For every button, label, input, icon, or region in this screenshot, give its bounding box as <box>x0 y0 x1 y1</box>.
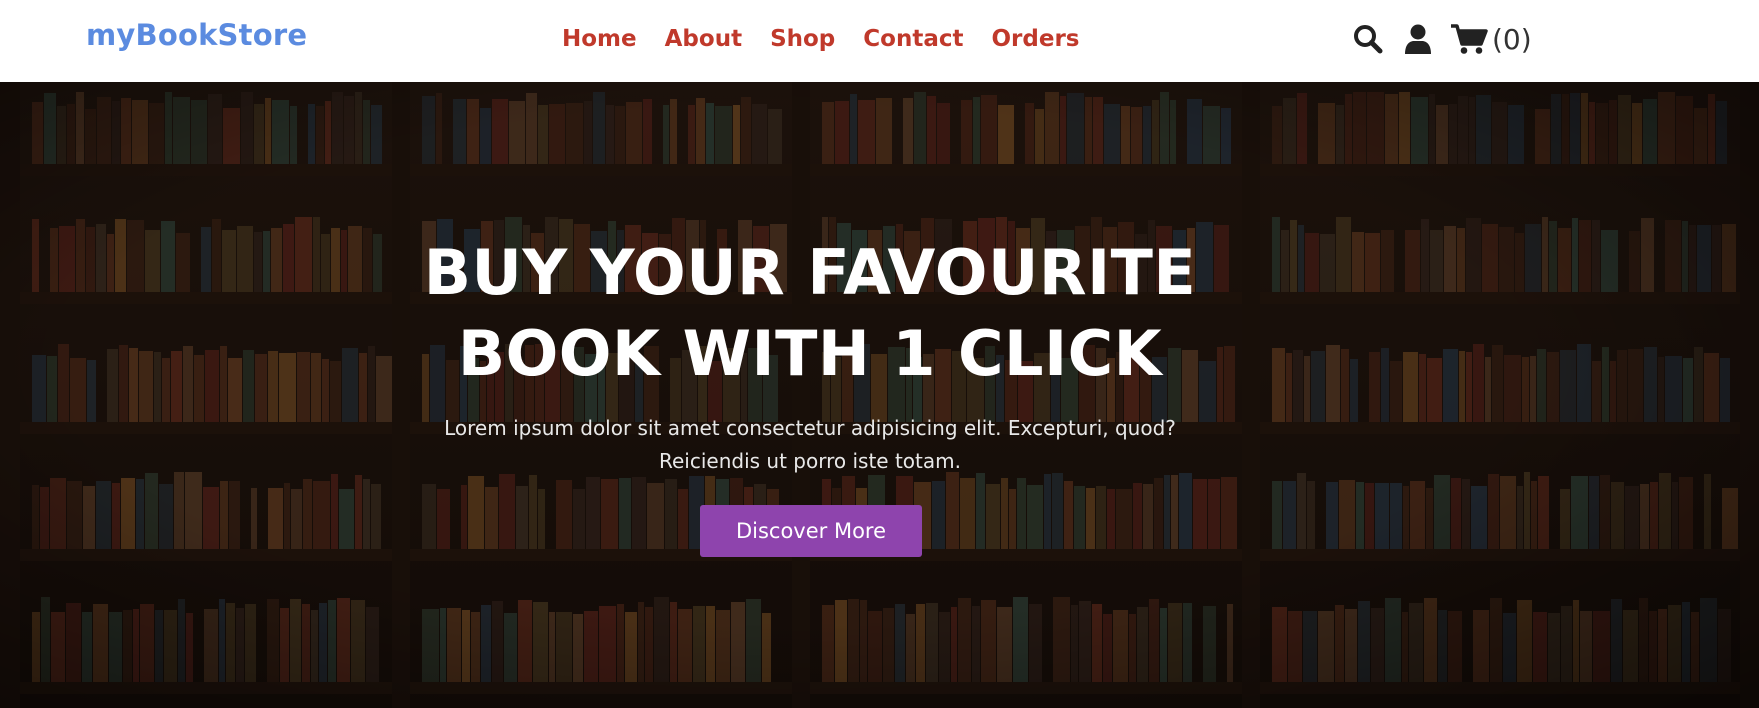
nav-about[interactable]: About <box>665 22 742 56</box>
user-icon[interactable] <box>1400 21 1436 57</box>
nav-shop[interactable]: Shop <box>770 22 835 56</box>
hero-title: BUY YOUR FAVOURITE BOOK WITH 1 CLICK <box>423 236 1197 390</box>
cart-button[interactable]: (0) <box>1450 23 1532 56</box>
cart-icon <box>1450 23 1488 55</box>
hero-section: BUY YOUR FAVOURITE BOOK WITH 1 CLICK Lor… <box>0 82 1759 708</box>
nav-orders[interactable]: Orders <box>991 22 1079 56</box>
discover-more-button[interactable]: Discover More <box>700 505 922 557</box>
logo[interactable]: myBookStore <box>86 18 307 52</box>
cart-count: (0) <box>1492 22 1532 56</box>
nav-home[interactable]: Home <box>562 22 637 56</box>
site-header: myBookStore Home About Shop Contact Orde… <box>0 0 1759 82</box>
hero-description: Lorem ipsum dolor sit amet consectetur a… <box>444 416 1176 473</box>
search-icon[interactable] <box>1350 21 1386 57</box>
hero-content: BUY YOUR FAVOURITE BOOK WITH 1 CLICK Lor… <box>0 82 1620 708</box>
header-icons: (0) <box>1350 18 1532 60</box>
nav-contact[interactable]: Contact <box>863 22 963 56</box>
main-nav: Home About Shop Contact Orders <box>562 22 1107 56</box>
